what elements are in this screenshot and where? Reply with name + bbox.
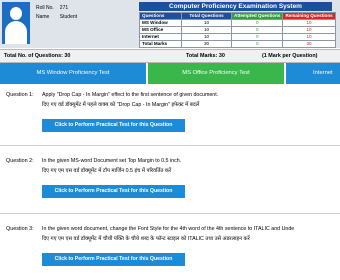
question-text-english: Apply "Drop Cap - In Margin" effect to t…	[42, 92, 219, 98]
question-text-hindi: दिए गए एम एस वर्ड डॉक्यूमेंट में टॉप मार…	[42, 168, 172, 174]
header-total: Total Questions	[181, 12, 232, 20]
user-avatar-icon	[2, 2, 30, 44]
total-marks-text: Total Marks: 30	[186, 53, 225, 59]
header-panel: Roll No. 271 Name Student Computer Profi…	[0, 0, 340, 48]
stats-header-row: Questions Total Questions Attempted Ques…	[139, 12, 336, 20]
question-text-english: In the given MS-word Document set Top Ma…	[42, 158, 182, 164]
row-remaining: 30	[282, 40, 336, 48]
row-attempted: 0	[230, 40, 284, 48]
question-text-hindi: दिए गए वर्ड डॉक्यूमेंट में पहले वाक्य को…	[42, 102, 200, 108]
question-number: Question 1:	[6, 92, 34, 98]
row-total: 10	[181, 26, 232, 34]
name-value: Student	[59, 14, 78, 20]
stats-table: Questions Total Questions Attempted Ques…	[139, 12, 336, 48]
row-label: Total Marks	[139, 40, 182, 48]
tab-ms-office[interactable]: MS Office Proficiency Test	[148, 63, 284, 84]
question-panel: Question 1: Apply "Drop Cap - In Margin"…	[0, 85, 340, 280]
stats-row-internet: Internet 10 0 10	[139, 33, 336, 41]
row-label: MS Window	[139, 19, 182, 27]
system-title: Computer Proficiency Examination System	[139, 2, 332, 11]
question-divider	[0, 213, 340, 214]
header-questions: Questions	[139, 12, 182, 20]
row-label: MS Office	[139, 26, 182, 34]
row-remaining: 10	[282, 26, 336, 34]
stats-row-ms-window: MS Window 10 0 10	[139, 19, 336, 27]
perform-practical-test-button[interactable]: Click to Perform Practical Test for this…	[42, 253, 185, 266]
row-attempted: 0	[230, 26, 284, 34]
question-number: Question 2:	[6, 158, 34, 164]
header-remaining: Remaining Questions	[282, 12, 336, 20]
total-questions-text: Total No. of Questions: 30	[4, 53, 71, 59]
row-remaining: 10	[282, 19, 336, 27]
stats-row-ms-office: MS Office 10 0 10	[139, 26, 336, 34]
perform-practical-test-button[interactable]: Click to Perform Practical Test for this…	[42, 185, 185, 198]
question-divider	[0, 145, 340, 146]
marks-note: (1 Mark per Question)	[262, 53, 318, 59]
roll-label: Roll No.	[36, 5, 54, 11]
roll-value: 271	[59, 5, 69, 11]
summary-bar: Total No. of Questions: 30 Total Marks: …	[0, 49, 340, 63]
question-text-english: In the given word document, change the F…	[42, 226, 295, 232]
row-attempted: 0	[230, 19, 284, 27]
tab-internet[interactable]: Internet	[286, 63, 340, 84]
tab-ms-window[interactable]: MS Window Proficiency Test	[0, 63, 146, 84]
question-text-hindi: दिए गए एम एस वर्ड डॉक्यूमेंट में चौथी पं…	[42, 236, 250, 242]
name-label: Name	[36, 14, 50, 20]
perform-practical-test-button[interactable]: Click to Perform Practical Test for this…	[42, 119, 185, 132]
header-attempted: Attempted Questions	[230, 12, 284, 20]
question-number: Question 3:	[6, 226, 34, 232]
row-total: 10	[181, 19, 232, 27]
row-label: Internet	[139, 33, 182, 41]
row-total: 30	[181, 40, 232, 48]
user-info: Roll No. 271 Name Student	[34, 3, 83, 23]
row-remaining: 10	[282, 33, 336, 41]
row-attempted: 0	[230, 33, 284, 41]
row-total: 10	[181, 33, 232, 41]
stats-row-total-marks: Total Marks 30 0 30	[139, 40, 336, 48]
